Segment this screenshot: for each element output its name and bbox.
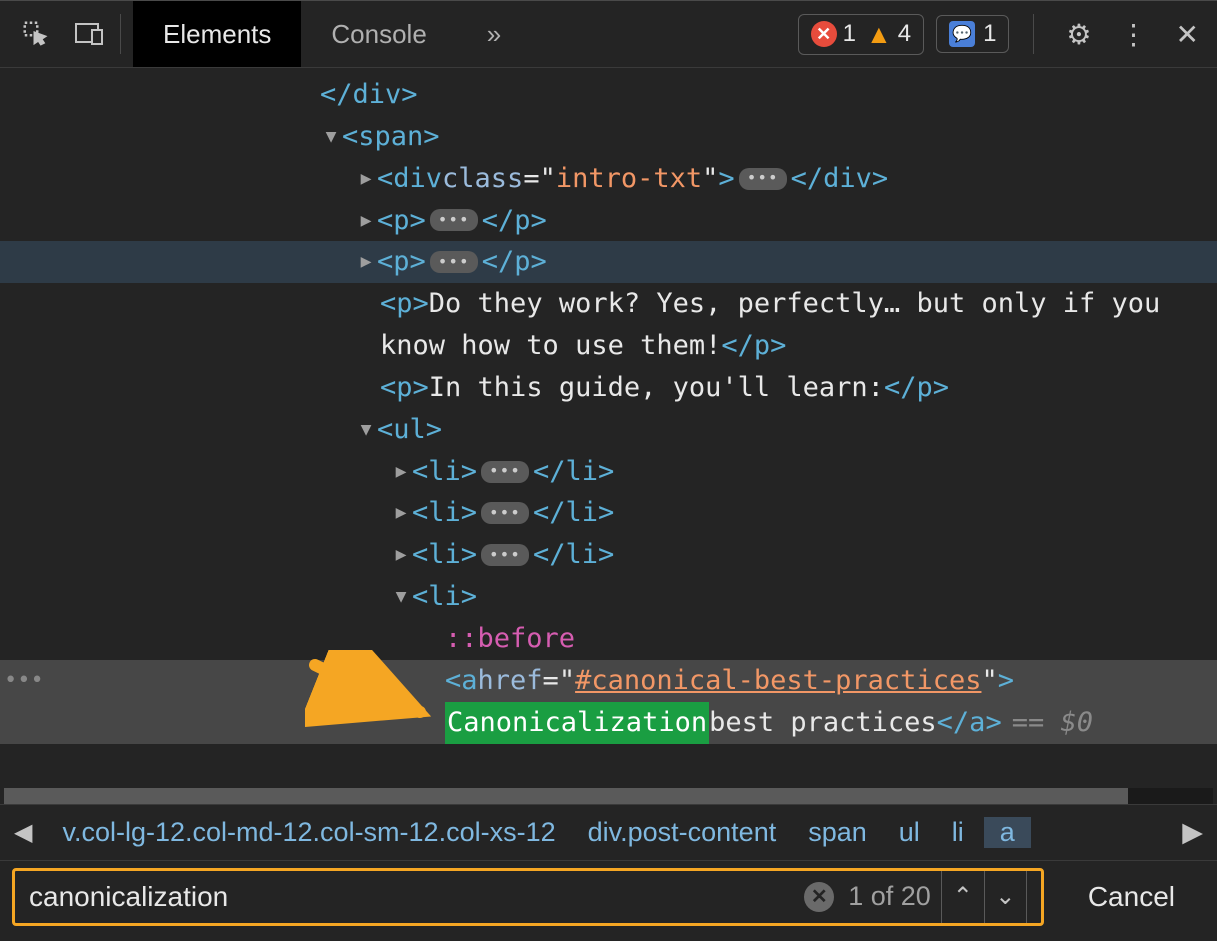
search-highlight: Canonicalization bbox=[445, 702, 709, 744]
horizontal-scrollbar[interactable] bbox=[4, 788, 1213, 804]
expand-toggle[interactable] bbox=[355, 165, 377, 193]
breadcrumb-item[interactable]: ul bbox=[883, 817, 936, 848]
tree-node[interactable]: <li>•••</li> bbox=[0, 492, 1217, 534]
tree-node[interactable]: <li>•••</li> bbox=[0, 451, 1217, 493]
ellipsis-icon[interactable]: ••• bbox=[481, 461, 529, 483]
inspect-element-icon[interactable] bbox=[18, 16, 54, 52]
ellipsis-icon[interactable]: ••• bbox=[430, 209, 478, 231]
expand-toggle[interactable] bbox=[390, 541, 412, 569]
breadcrumb-scroll-left[interactable]: ◀ bbox=[0, 818, 46, 847]
clear-search-icon[interactable]: ✕ bbox=[804, 882, 834, 912]
tree-node-selected[interactable]: Canonicalization best practices</a>== $0 bbox=[0, 702, 1217, 744]
tree-node[interactable]: ::before bbox=[0, 618, 1217, 660]
search-nav: ⌃ ⌄ bbox=[941, 871, 1027, 923]
tree-node[interactable]: <li> bbox=[0, 576, 1217, 618]
tree-node[interactable]: <p>•••</p> bbox=[0, 200, 1217, 242]
error-count: 1 bbox=[843, 20, 856, 48]
toolbar-divider bbox=[120, 14, 121, 54]
warning-icon: ▲ bbox=[866, 19, 892, 50]
expand-toggle[interactable] bbox=[390, 458, 412, 486]
error-badge: ✕ 1 bbox=[811, 20, 856, 48]
error-icon: ✕ bbox=[811, 21, 837, 47]
expand-toggle[interactable] bbox=[320, 123, 342, 151]
devtools-toolbar: Elements Console » ✕ 1 ▲ 4 💬 1 ⚙ ⋮ ✕ bbox=[0, 0, 1217, 68]
breadcrumb-scroll-right[interactable]: ▶ bbox=[1176, 817, 1209, 848]
toolbar-divider bbox=[1033, 14, 1034, 54]
close-icon[interactable]: ✕ bbox=[1168, 18, 1207, 51]
tree-node[interactable]: <p>Do they work? Yes, perfectly… but onl… bbox=[0, 283, 1217, 367]
warning-badge: ▲ 4 bbox=[866, 19, 911, 50]
breadcrumb: ◀ v.col-lg-12.col-md-12.col-sm-12.col-xs… bbox=[0, 804, 1217, 860]
device-toggle-icon[interactable] bbox=[72, 16, 108, 52]
expand-toggle[interactable] bbox=[355, 416, 377, 444]
tree-node[interactable]: <p>•••</p> bbox=[0, 241, 1217, 283]
tab-console[interactable]: Console bbox=[301, 1, 456, 67]
search-bar: ✕ 1 of 20 ⌃ ⌄ Cancel bbox=[0, 860, 1217, 932]
console-badge[interactable]: ✕ 1 ▲ 4 bbox=[798, 14, 924, 55]
elements-tree[interactable]: </div> <span> <div class="intro-txt">•••… bbox=[0, 68, 1217, 788]
warning-count: 4 bbox=[898, 20, 911, 48]
ellipsis-icon[interactable]: ••• bbox=[430, 251, 478, 273]
tree-node[interactable]: <div class="intro-txt">•••</div> bbox=[0, 158, 1217, 200]
breadcrumb-item[interactable]: v.col-lg-12.col-md-12.col-sm-12.col-xs-1… bbox=[46, 817, 571, 848]
tab-more[interactable]: » bbox=[457, 1, 531, 67]
message-icon: 💬 bbox=[949, 21, 975, 47]
breadcrumb-item[interactable]: div.post-content bbox=[572, 817, 793, 848]
expand-toggle[interactable] bbox=[355, 207, 377, 235]
tree-node[interactable]: </div> bbox=[0, 74, 1217, 116]
expand-toggle[interactable] bbox=[390, 499, 412, 527]
more-menu-icon[interactable]: ⋮ bbox=[1112, 18, 1156, 51]
tab-elements[interactable]: Elements bbox=[133, 1, 301, 67]
ellipsis-icon[interactable]: ••• bbox=[739, 168, 787, 190]
settings-icon[interactable]: ⚙ bbox=[1058, 18, 1099, 51]
breadcrumb-item-current[interactable]: a bbox=[984, 817, 1031, 848]
toolbar-right: ✕ 1 ▲ 4 💬 1 ⚙ ⋮ ✕ bbox=[798, 14, 1207, 55]
scrollbar-thumb[interactable] bbox=[4, 788, 1128, 804]
breadcrumb-item[interactable]: li bbox=[936, 817, 980, 848]
selected-node-ref: == $0 bbox=[1012, 702, 1093, 744]
gutter-menu-icon[interactable]: ••• bbox=[4, 664, 44, 698]
search-prev-button[interactable]: ⌃ bbox=[942, 871, 984, 923]
ellipsis-icon[interactable]: ••• bbox=[481, 544, 529, 566]
search-match-count: 1 of 20 bbox=[848, 881, 931, 912]
expand-toggle[interactable] bbox=[390, 583, 412, 611]
toolbar-left bbox=[10, 16, 108, 52]
tree-node[interactable]: <p>In this guide, you'll learn:</p> bbox=[0, 367, 1217, 409]
breadcrumb-item[interactable]: span bbox=[792, 817, 883, 848]
expand-toggle[interactable] bbox=[355, 248, 377, 276]
issues-badge[interactable]: 💬 1 bbox=[936, 15, 1009, 53]
search-next-button[interactable]: ⌄ bbox=[984, 871, 1026, 923]
tree-node[interactable]: <li>•••</li> bbox=[0, 534, 1217, 576]
search-field[interactable]: ✕ 1 of 20 ⌃ ⌄ bbox=[12, 868, 1044, 926]
tree-node-selected[interactable]: ••• <a href="#canonical-best-practices"> bbox=[0, 660, 1217, 702]
tab-bar: Elements Console » bbox=[133, 1, 531, 67]
tree-node[interactable]: <span> bbox=[0, 116, 1217, 158]
cancel-button[interactable]: Cancel bbox=[1058, 881, 1205, 913]
ellipsis-icon[interactable]: ••• bbox=[481, 502, 529, 524]
issues-count: 1 bbox=[983, 20, 996, 48]
tree-node[interactable]: <ul> bbox=[0, 409, 1217, 451]
search-input[interactable] bbox=[29, 881, 804, 913]
